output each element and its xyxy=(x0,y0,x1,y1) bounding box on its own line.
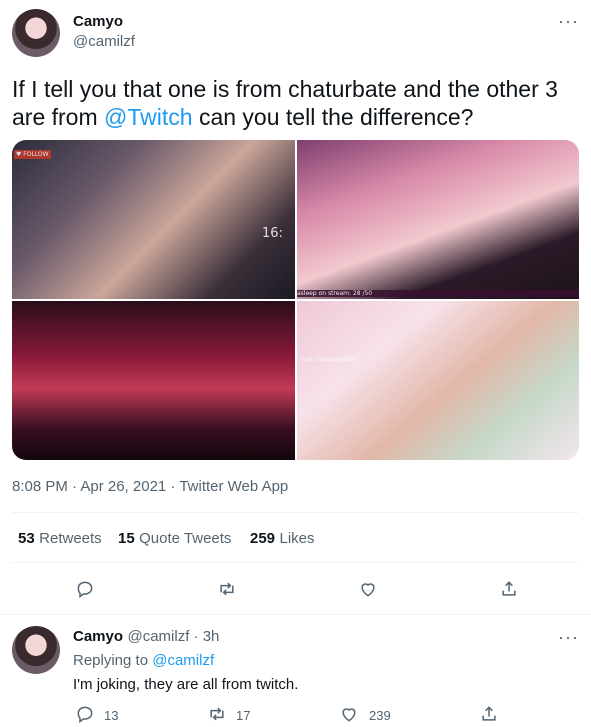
retweets-count: 53 xyxy=(18,530,35,547)
author-handle[interactable]: @camilzf xyxy=(73,33,135,50)
quotes-count: 15 xyxy=(118,530,135,547)
replying-to-prefix: Replying to xyxy=(73,652,153,669)
share-icon[interactable] xyxy=(498,578,520,600)
retweet-icon[interactable] xyxy=(216,578,238,600)
divider xyxy=(12,512,579,513)
reply-author-meta[interactable]: @camilzf · 3h xyxy=(127,628,219,645)
media-overlay-timer: 16: xyxy=(262,226,283,241)
divider xyxy=(12,562,579,563)
like-icon[interactable] xyxy=(338,703,360,725)
quote-tweets-stat[interactable]: 15 Quote Tweets xyxy=(118,530,231,548)
retweets-label: Retweets xyxy=(39,530,102,547)
likes-stat[interactable]: 259 Likes xyxy=(250,530,315,548)
quotes-label: Quote Tweets xyxy=(139,530,232,547)
author-name[interactable]: Camyo xyxy=(73,13,123,30)
more-icon[interactable]: ··· xyxy=(558,628,579,646)
like-icon[interactable] xyxy=(357,578,379,600)
replying-to: Replying to @camilzf xyxy=(73,652,214,669)
replying-to-handle[interactable]: @camilzf xyxy=(152,652,214,669)
tweet-timestamp[interactable]: 8:08 PM · Apr 26, 2021 · Twitter Web App xyxy=(12,478,288,495)
media-image-3[interactable] xyxy=(12,301,295,460)
media-image-2[interactable]: asleep on stream: 28 /50 xyxy=(297,140,579,299)
author-avatar[interactable] xyxy=(12,9,60,57)
share-icon[interactable] xyxy=(478,703,500,725)
reply-author-name[interactable]: Camyo xyxy=(73,628,123,645)
reply-reply-count: 13 xyxy=(104,708,119,723)
reply-author-avatar[interactable] xyxy=(12,626,60,674)
retweets-stat[interactable]: 53 Retweets xyxy=(18,530,102,548)
tweet-text: If I tell you that one is from chaturbat… xyxy=(12,75,579,131)
media-image-1[interactable]: ♥ FOLLOW 16: xyxy=(12,140,295,299)
media-grid: ♥ FOLLOW 16: asleep on stream: 28 /50 ge… xyxy=(12,140,579,460)
retweet-icon[interactable] xyxy=(206,703,228,725)
reply-icon[interactable] xyxy=(74,578,96,600)
media-overlay-banner: asleep on stream: 28 /50 xyxy=(297,290,579,297)
media-overlay-follow: ♥ FOLLOW xyxy=(14,150,51,159)
more-icon[interactable]: ··· xyxy=(558,12,579,30)
reply-like-count: 239 xyxy=(369,708,391,723)
media-image-4[interactable]: get names written xyxy=(297,301,579,460)
reply-text: I'm joking, they are all from twitch. xyxy=(73,676,299,693)
tweet-text-suffix: can you tell the difference? xyxy=(192,104,474,130)
likes-label: Likes xyxy=(279,530,315,547)
divider xyxy=(0,614,591,615)
reply-icon[interactable] xyxy=(74,703,96,725)
media-overlay-note: get names written xyxy=(303,356,359,363)
likes-count: 259 xyxy=(250,530,276,547)
reply-header: Camyo @camilzf · 3h xyxy=(73,628,219,646)
reply-retweet-count: 17 xyxy=(236,708,251,723)
twitch-mention-link[interactable]: @Twitch xyxy=(104,104,193,130)
